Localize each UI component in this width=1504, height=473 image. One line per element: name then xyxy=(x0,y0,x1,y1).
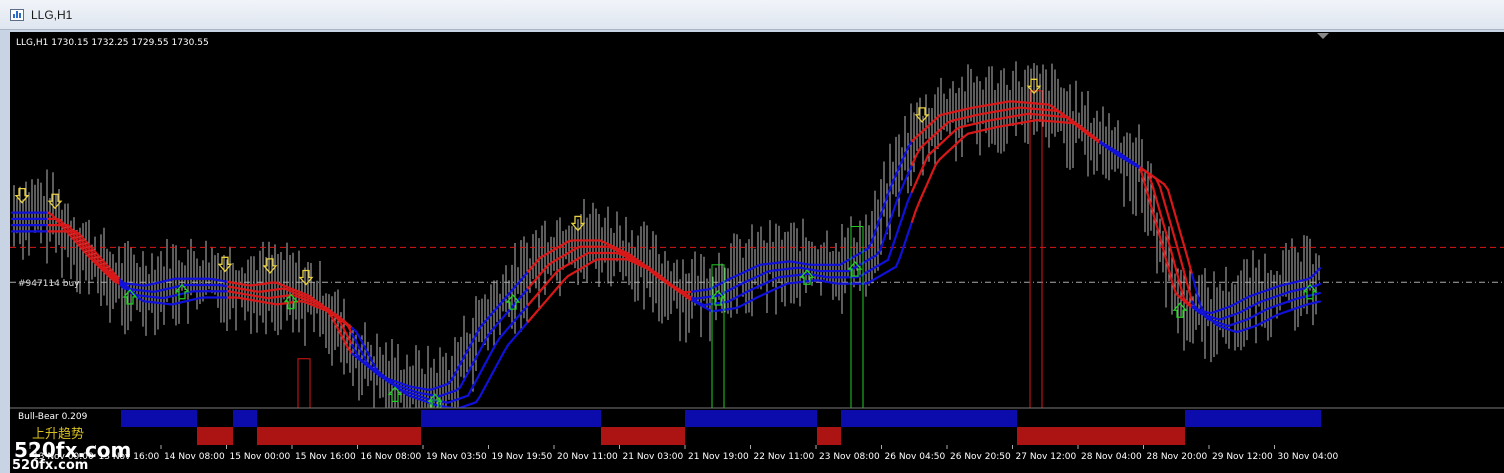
axis-label: 21 Nov 19:00 xyxy=(688,452,749,462)
axis-label: 15 Nov 00:00 xyxy=(230,452,291,462)
axis-label: 28 Nov 04:00 xyxy=(1081,452,1142,462)
ma-segment xyxy=(1158,210,1166,227)
ma-segment xyxy=(1166,188,1174,205)
ma-segment xyxy=(1174,216,1182,233)
ma-segment xyxy=(906,190,914,202)
ma-segment xyxy=(354,330,362,340)
ma-segment xyxy=(486,350,494,360)
watermark-small: 520fx.com xyxy=(12,458,88,473)
ma-segment xyxy=(462,371,470,382)
ma-segment xyxy=(918,190,926,202)
axis-label: 27 Nov 12:00 xyxy=(1016,452,1077,462)
axis-label: 14 Nov 08:00 xyxy=(164,452,225,462)
axis-label: 21 Nov 03:00 xyxy=(623,452,684,462)
ma-segment xyxy=(474,372,482,382)
ma-segment xyxy=(1174,241,1182,259)
ma-segment xyxy=(486,372,494,383)
ma-segment xyxy=(914,199,922,212)
ma-segment xyxy=(922,154,930,166)
ma-segment xyxy=(502,343,510,353)
window-title: LLG,H1 xyxy=(31,8,73,22)
ma-segment xyxy=(1178,230,1186,247)
ma-segment xyxy=(482,380,490,391)
axis-label: 26 Nov 20:50 xyxy=(950,452,1011,462)
ma-segment xyxy=(890,235,898,250)
ma-segment xyxy=(1178,255,1186,273)
arrow-down-icon xyxy=(217,256,233,273)
ma-segment xyxy=(902,232,910,247)
ma-segment xyxy=(910,181,918,193)
ma-segment xyxy=(482,357,490,368)
ma-segment xyxy=(1162,199,1170,216)
ma-segment xyxy=(1182,270,1190,288)
ma-segment xyxy=(914,172,922,184)
axis-label: 19 Nov 03:50 xyxy=(426,452,487,462)
window-title-bar: LLG,H1 xyxy=(0,0,1504,30)
chart-area[interactable]: 13 Nov 00:00 13 Nov 16:00 14 Nov 08:00 15 N… xyxy=(10,32,1504,473)
ma-segment xyxy=(466,387,474,397)
signal-arrows xyxy=(14,78,1318,409)
ma-segment xyxy=(498,350,506,361)
price-bars xyxy=(13,61,1320,437)
ma-segment xyxy=(1314,282,1322,287)
axis-label: 29 Nov 12:00 xyxy=(1212,452,1273,462)
ma-segment xyxy=(910,208,918,223)
axis-label: 20 Nov 11:00 xyxy=(557,452,618,462)
signal-rectangle xyxy=(1029,90,1043,441)
indicator-label: Bull-Bear 0.209 xyxy=(18,412,88,422)
ma-segment xyxy=(886,246,894,262)
ma-segment xyxy=(1170,227,1178,244)
axis-label: 15 Nov 16:00 xyxy=(295,452,356,462)
ma-segment xyxy=(1170,253,1178,271)
ma-segment xyxy=(930,162,938,175)
ma-segment xyxy=(898,211,906,226)
ma-segment xyxy=(894,256,902,268)
axis-label: 16 Nov 08:00 xyxy=(361,452,422,462)
axis-label: 26 Nov 04:50 xyxy=(885,452,946,462)
chart-window-icon xyxy=(10,9,24,21)
ma-segment xyxy=(354,340,362,351)
ma-segment xyxy=(494,358,502,368)
ma-segment xyxy=(478,387,486,398)
ma-segment xyxy=(898,182,906,194)
ma-segment xyxy=(922,181,930,193)
axis-label: 30 Nov 04:00 xyxy=(1278,452,1339,462)
ma-segment xyxy=(906,220,914,235)
shift-triangle-icon[interactable] xyxy=(1317,33,1329,39)
ma-segment xyxy=(894,223,902,238)
ma-segment xyxy=(478,364,486,375)
ma-segment xyxy=(490,365,498,376)
order-label: #947114 buy xyxy=(18,279,80,289)
axis-label: 28 Nov 20:00 xyxy=(1147,452,1208,462)
ma-segment xyxy=(902,199,910,214)
ma-segment xyxy=(1158,185,1166,202)
ma-segment xyxy=(1314,292,1322,296)
ma-segment xyxy=(1314,300,1322,304)
ma-segment xyxy=(458,379,466,389)
ma-segment xyxy=(474,349,482,359)
ma-segment xyxy=(1170,202,1178,219)
axis-label: 22 Nov 11:00 xyxy=(754,452,815,462)
ma-segment xyxy=(902,173,910,185)
ma-segment xyxy=(478,341,486,352)
chart-info-label: LLG,H1 1730.15 1732.25 1729.55 1730.55 xyxy=(16,38,209,48)
ma-segment xyxy=(926,172,934,184)
ma-segment xyxy=(1154,196,1162,214)
ma-segment xyxy=(890,202,898,217)
time-axis: 13 Nov 00:00 13 Nov 16:00 14 Nov 08:00 15 N… xyxy=(29,445,1339,462)
axis-label: 19 Nov 19:50 xyxy=(492,452,553,462)
axis-label: 23 Nov 08:00 xyxy=(819,452,880,462)
